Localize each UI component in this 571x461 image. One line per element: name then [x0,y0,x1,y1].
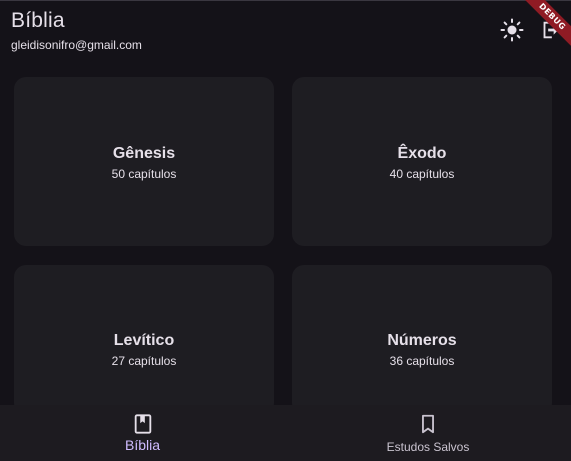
book-card-exodo[interactable]: Êxodo 40 capítulos [292,77,552,246]
logout-icon [543,21,559,39]
logout-button[interactable] [536,16,564,44]
app-screen: Bíblia gleidisonifro@gmail.com DEBUG Gên… [0,0,571,461]
nav-label-estudos-salvos: Estudos Salvos [386,440,470,454]
book-card-levitico[interactable]: Levítico 27 capítulos [14,265,274,415]
book-chapter-count: 50 capítulos [111,167,177,181]
book-name: Êxodo [397,145,447,162]
book-chapter-count: 27 capítulos [111,354,177,368]
bottom-navigation-bar: Bíblia Estudos Salvos [0,405,571,461]
nav-item-biblia[interactable]: Bíblia [0,405,285,461]
sun-icon [500,18,524,42]
book-chapter-count: 40 capítulos [389,167,455,181]
nav-label-biblia: Bíblia [124,437,161,453]
book-name: Gênesis [112,145,176,162]
theme-toggle-button[interactable] [498,16,526,44]
book-name: Números [387,332,457,349]
page-title: Bíblia [11,9,65,32]
book-card-numeros[interactable]: Números 36 capítulos [292,265,552,415]
user-email: gleidisonifro@gmail.com [11,38,142,52]
book-card-genesis[interactable]: Gênesis 50 capítulos [14,77,274,246]
book-name: Levítico [113,332,175,349]
app-bar: Bíblia gleidisonifro@gmail.com [0,0,571,62]
book-bookmark-icon [134,414,151,434]
book-chapter-count: 36 capítulos [389,354,455,368]
nav-item-estudos-salvos[interactable]: Estudos Salvos [285,405,571,461]
bookmark-icon [422,414,434,434]
